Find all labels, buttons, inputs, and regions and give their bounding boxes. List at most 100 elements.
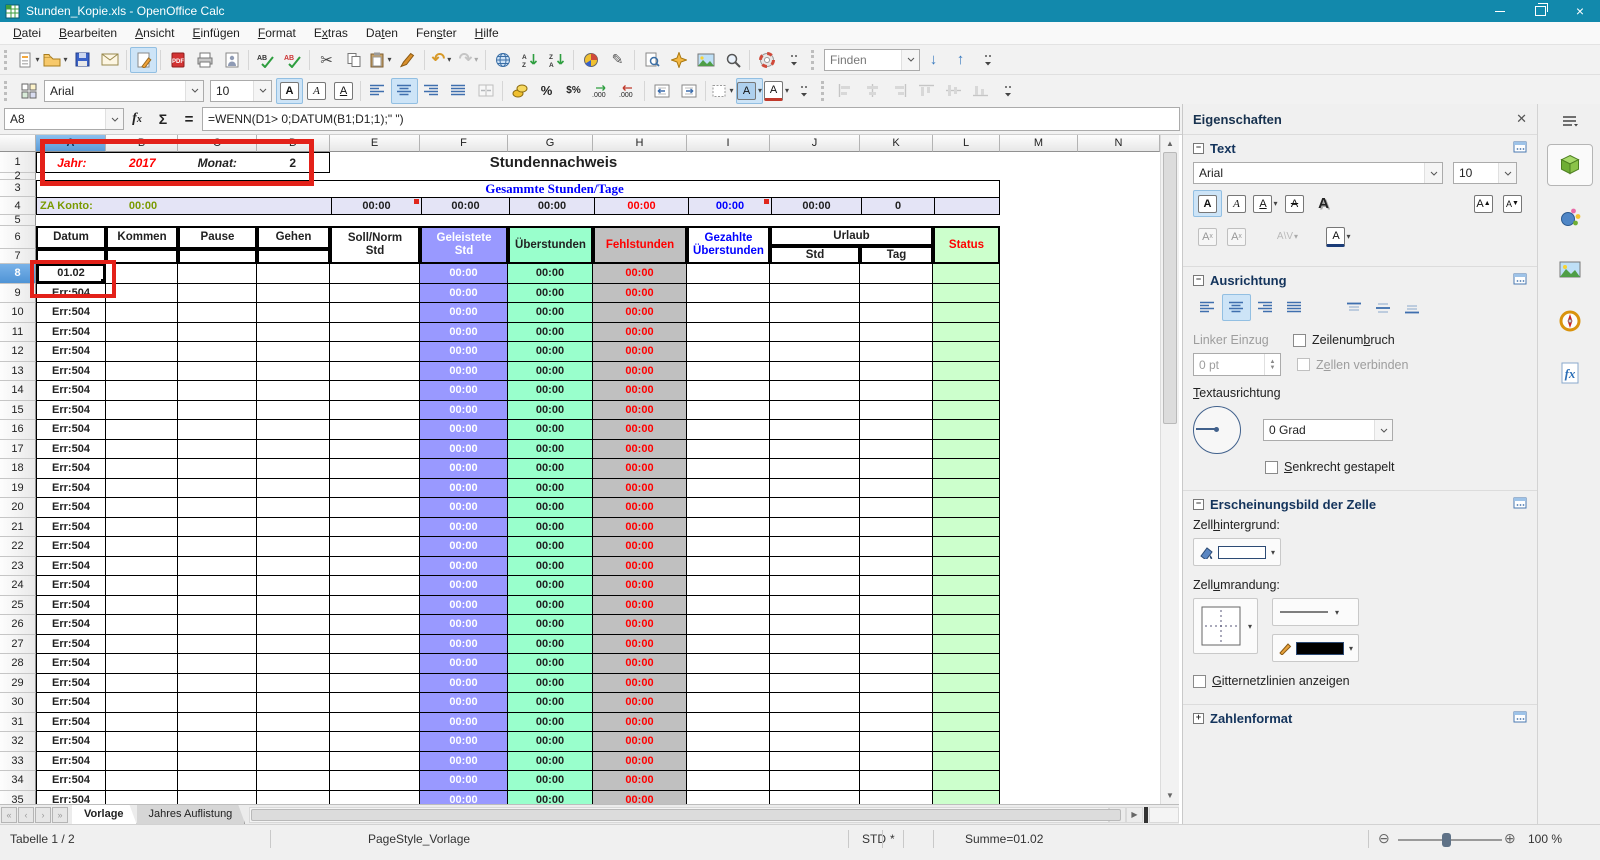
cell-F28[interactable]: 00:00 bbox=[420, 654, 508, 674]
row-header-28[interactable]: 28 bbox=[0, 654, 36, 674]
menu-daten[interactable]: Daten bbox=[357, 24, 407, 42]
zoom-slider-thumb[interactable] bbox=[1442, 833, 1451, 847]
decrease-indent-button[interactable] bbox=[648, 78, 675, 104]
align-objects-left-button[interactable] bbox=[832, 78, 859, 104]
cell-K25[interactable] bbox=[860, 595, 933, 615]
cell-F29[interactable]: 00:00 bbox=[420, 673, 508, 693]
cell-F8[interactable]: 00:00 bbox=[420, 264, 508, 284]
cell-J18[interactable] bbox=[770, 459, 860, 479]
cell-J10[interactable] bbox=[770, 303, 860, 323]
sidebar-tab-functions[interactable]: fx bbox=[1547, 352, 1593, 394]
cell-E26[interactable] bbox=[330, 615, 420, 635]
cell-K35[interactable] bbox=[860, 790, 933, 804]
header-urlaub-tag[interactable]: Tag bbox=[860, 246, 933, 264]
cell-E15[interactable] bbox=[330, 400, 420, 420]
cell-I12[interactable] bbox=[687, 342, 770, 362]
cell-H18[interactable]: 00:00 bbox=[593, 459, 687, 479]
first-sheet-button[interactable]: « bbox=[1, 806, 17, 823]
zoom-out-icon[interactable]: ⊖ bbox=[1378, 830, 1390, 847]
cell-H23[interactable]: 00:00 bbox=[593, 556, 687, 576]
cell-I10[interactable] bbox=[687, 303, 770, 323]
cell-C28[interactable] bbox=[178, 654, 257, 674]
cell-E18[interactable] bbox=[330, 459, 420, 479]
summary-cell-4[interactable]: 00:00 bbox=[421, 198, 509, 214]
cell-G26[interactable]: 00:00 bbox=[508, 615, 593, 635]
cell-N15[interactable] bbox=[1078, 401, 1160, 421]
cell-C35[interactable] bbox=[178, 790, 257, 804]
row-header-23[interactable]: 23 bbox=[0, 556, 36, 576]
wrap-text-checkbox[interactable] bbox=[1293, 333, 1306, 347]
row-header-20[interactable]: 20 bbox=[0, 498, 36, 518]
cell-J12[interactable] bbox=[770, 342, 860, 362]
cell-M27[interactable] bbox=[1000, 635, 1078, 655]
cell-J28[interactable] bbox=[770, 654, 860, 674]
cell-H28[interactable]: 00:00 bbox=[593, 654, 687, 674]
cell-M14[interactable] bbox=[1000, 381, 1078, 401]
cell-C31[interactable] bbox=[178, 712, 257, 732]
cell-I15[interactable] bbox=[687, 400, 770, 420]
cell-E34[interactable] bbox=[330, 771, 420, 791]
row-header-24[interactable]: 24 bbox=[0, 576, 36, 596]
cell-N21[interactable] bbox=[1078, 518, 1160, 538]
cell-F10[interactable]: 00:00 bbox=[420, 303, 508, 323]
row-header-25[interactable]: 25 bbox=[0, 595, 36, 615]
sidebar-bold-button[interactable]: A bbox=[1193, 190, 1222, 217]
cell-I19[interactable] bbox=[687, 478, 770, 498]
cell-B18[interactable] bbox=[106, 459, 178, 479]
cell-K11[interactable] bbox=[860, 322, 933, 342]
cell-A1[interactable]: Jahr: bbox=[37, 156, 107, 170]
cell-D21[interactable] bbox=[257, 517, 330, 537]
row-header-22[interactable]: 22 bbox=[0, 537, 36, 557]
cell-C20[interactable] bbox=[178, 498, 257, 518]
cell-I25[interactable] bbox=[687, 595, 770, 615]
cell-J15[interactable] bbox=[770, 400, 860, 420]
cell-F26[interactable]: 00:00 bbox=[420, 615, 508, 635]
cell-D28[interactable] bbox=[257, 654, 330, 674]
column-header-n[interactable]: N bbox=[1078, 135, 1160, 152]
cell-H29[interactable]: 00:00 bbox=[593, 673, 687, 693]
cell-I11[interactable] bbox=[687, 322, 770, 342]
cell-F16[interactable]: 00:00 bbox=[420, 420, 508, 440]
cell-G30[interactable]: 00:00 bbox=[508, 693, 593, 713]
left-indent-stepper[interactable]: 0 pt ▲ ▼ bbox=[1193, 353, 1281, 376]
formula-input[interactable]: =WENN(D1> 0;DATUM(B1;D1;1);" ") bbox=[202, 107, 1180, 131]
cell-G17[interactable]: 00:00 bbox=[508, 439, 593, 459]
underline-button[interactable]: A bbox=[330, 78, 357, 104]
align-right-button[interactable] bbox=[418, 78, 445, 104]
chevron-down-icon[interactable] bbox=[185, 80, 203, 101]
header-ueberstunden[interactable]: Überstunden bbox=[508, 226, 593, 264]
cell-E33[interactable] bbox=[330, 751, 420, 771]
cell-A25[interactable]: Err:504 bbox=[36, 595, 106, 615]
cell-H33[interactable]: 00:00 bbox=[593, 751, 687, 771]
cell-G32[interactable]: 00:00 bbox=[508, 732, 593, 752]
cell-B17[interactable] bbox=[106, 439, 178, 459]
cell-L16[interactable] bbox=[933, 420, 1000, 440]
cell-I28[interactable] bbox=[687, 654, 770, 674]
menu-hilfe[interactable]: Hilfe bbox=[466, 24, 508, 42]
cell-C32[interactable] bbox=[178, 732, 257, 752]
cell-N13[interactable] bbox=[1078, 362, 1160, 382]
subscript-button[interactable]: Ax bbox=[1222, 223, 1251, 250]
cell-F12[interactable]: 00:00 bbox=[420, 342, 508, 362]
cell-K16[interactable] bbox=[860, 420, 933, 440]
column-header-g[interactable]: G bbox=[508, 135, 593, 152]
cell-M22[interactable] bbox=[1000, 537, 1078, 557]
cell-C16[interactable] bbox=[178, 420, 257, 440]
cell-M10[interactable] bbox=[1000, 303, 1078, 323]
cell-H21[interactable]: 00:00 bbox=[593, 517, 687, 537]
sidebar-font-color-button[interactable]: A ▾ bbox=[1324, 223, 1353, 250]
show-gridlines-checkbox[interactable] bbox=[1193, 674, 1206, 688]
cell-A16[interactable]: Err:504 bbox=[36, 420, 106, 440]
cell-J23[interactable] bbox=[770, 556, 860, 576]
cell-A15[interactable]: Err:504 bbox=[36, 400, 106, 420]
cell-B25[interactable] bbox=[106, 595, 178, 615]
row-header-2[interactable]: 2 bbox=[0, 170, 36, 182]
align-bottom-button[interactable] bbox=[1397, 294, 1426, 321]
header-gehen-sub[interactable] bbox=[257, 249, 330, 264]
header-pause[interactable]: Pause bbox=[178, 226, 257, 249]
cell-M29[interactable] bbox=[1000, 674, 1078, 694]
cell-F20[interactable]: 00:00 bbox=[420, 498, 508, 518]
chevron-down-icon[interactable] bbox=[253, 80, 271, 101]
cell-H22[interactable]: 00:00 bbox=[593, 537, 687, 557]
cell-B23[interactable] bbox=[106, 556, 178, 576]
